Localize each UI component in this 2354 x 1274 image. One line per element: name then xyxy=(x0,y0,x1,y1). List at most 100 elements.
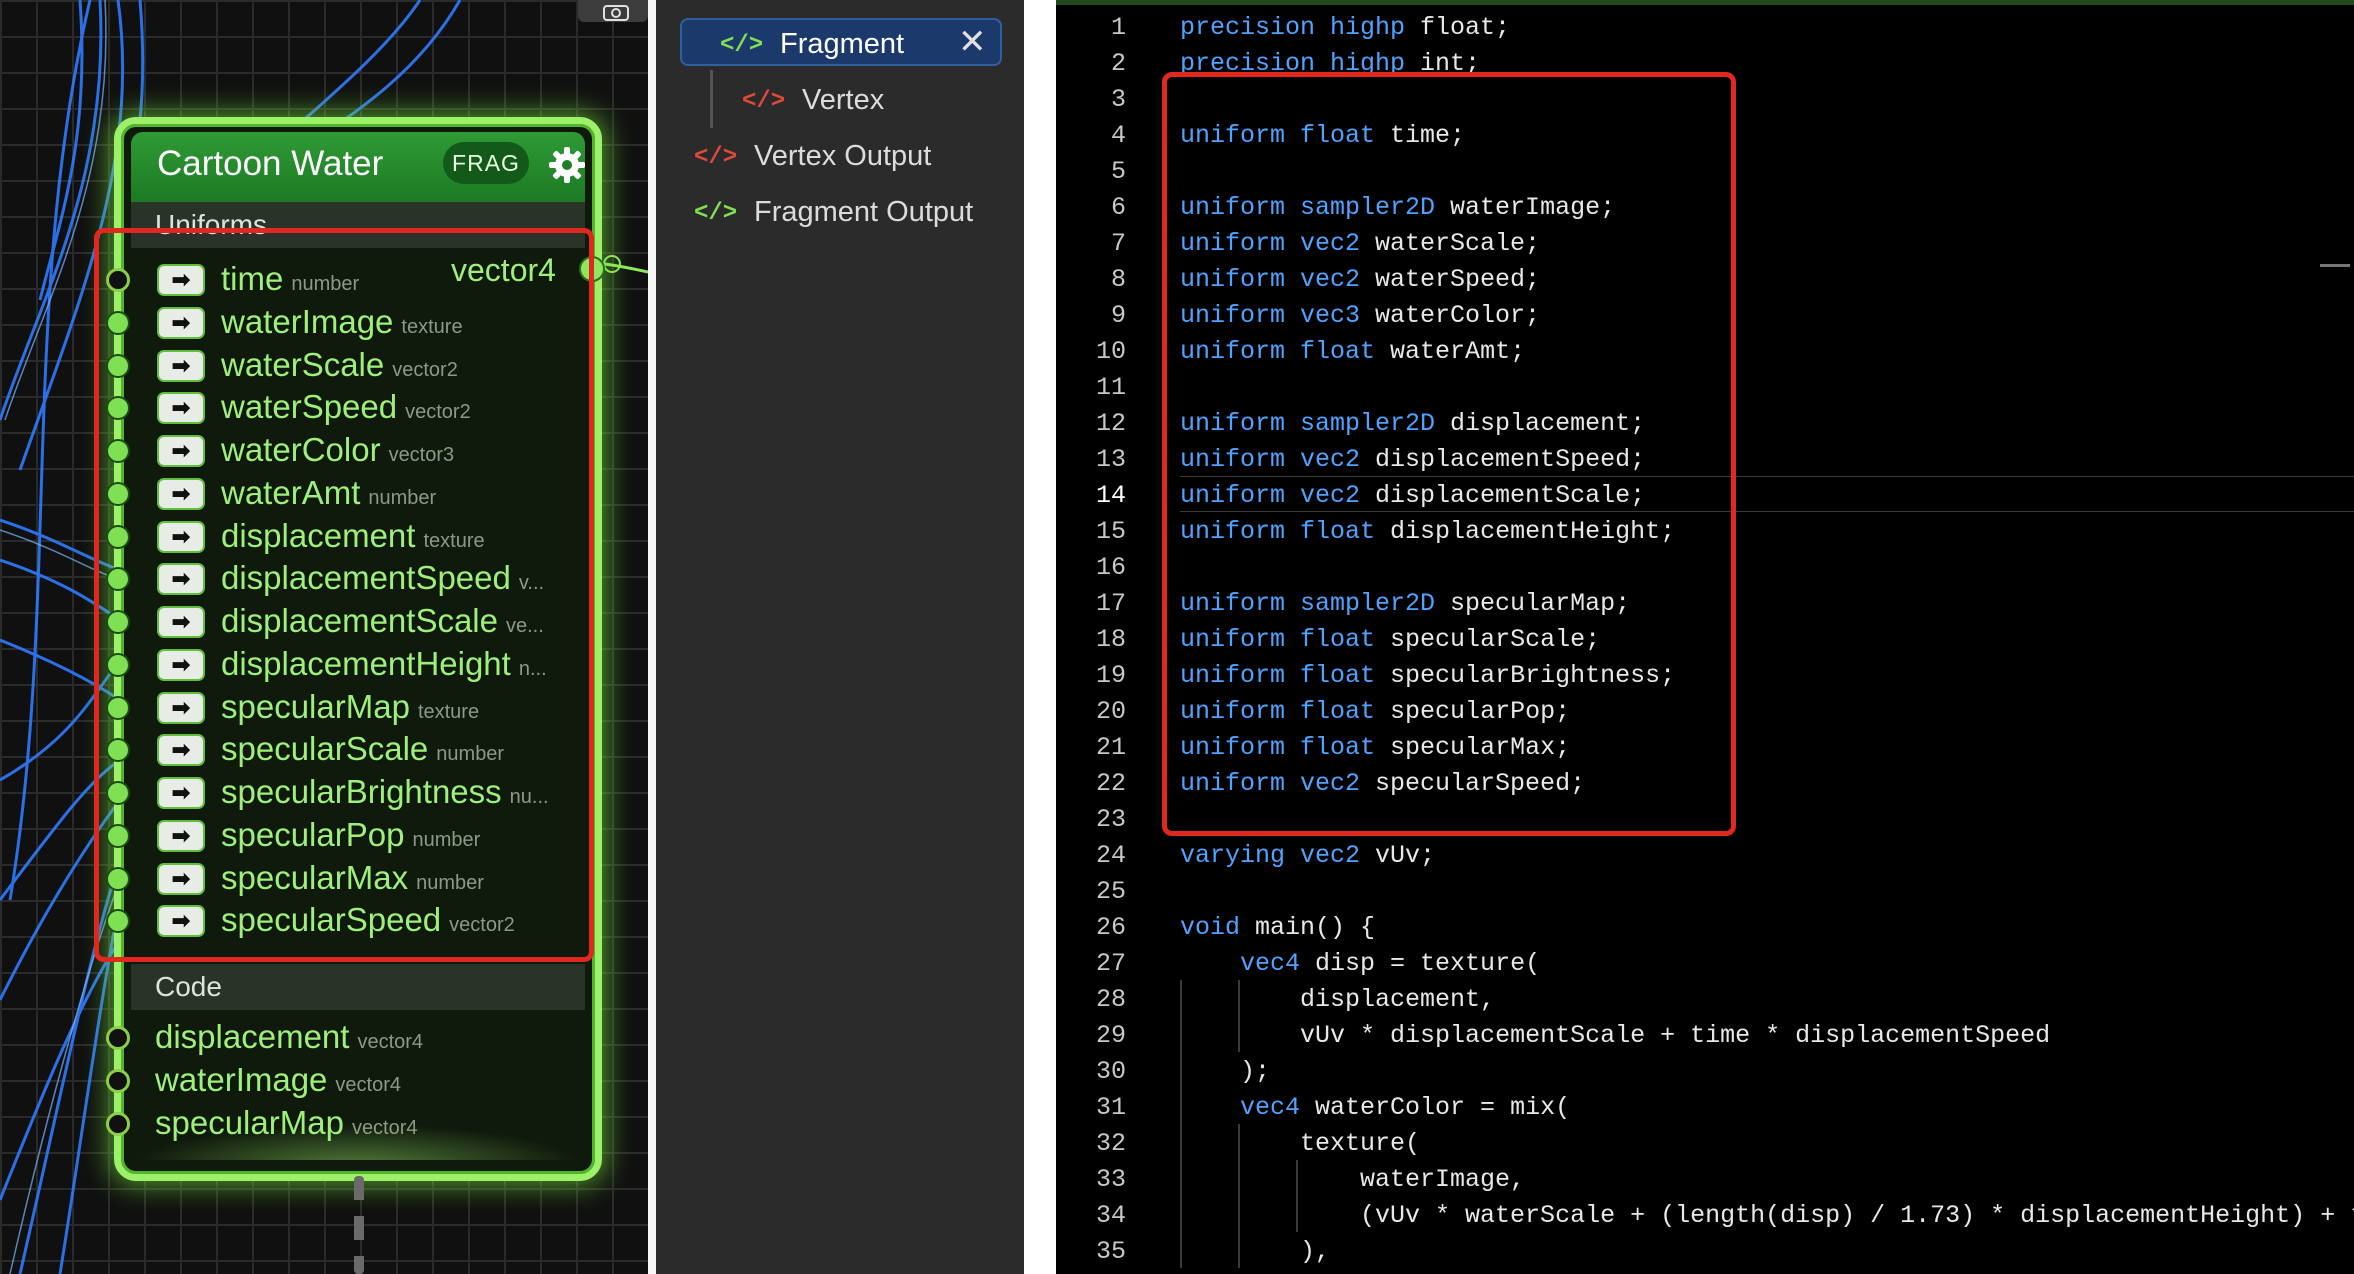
code-keyword: vec4 xyxy=(1240,1093,1301,1122)
frag-badge: FRAG xyxy=(443,142,529,184)
input-port[interactable] xyxy=(106,1112,130,1136)
code-text: waterImage, xyxy=(1180,1165,1525,1194)
line-number: 12 xyxy=(1095,409,1126,438)
code-text: precision highp float; xyxy=(1180,13,1510,42)
line-number: 22 xyxy=(1095,769,1126,798)
code-input-type: vector4 xyxy=(335,1074,402,1096)
line-number: 20 xyxy=(1095,697,1126,726)
panel-divider xyxy=(648,0,656,1274)
line-number: 23 xyxy=(1095,805,1126,834)
code-rest: disp = texture( xyxy=(1300,949,1541,978)
node-header[interactable]: Cartoon Water FRAG xyxy=(131,132,585,202)
code-keyword: varying vec2 xyxy=(1180,841,1361,870)
code-rest: waterImage, xyxy=(1360,1165,1526,1194)
code-input-row[interactable]: waterImage vector4 xyxy=(106,1061,595,1101)
file-label: Fragment Output xyxy=(754,196,974,228)
line-number: 1 xyxy=(1110,13,1126,42)
code-line[interactable]: 24 varying vec2 vUv; xyxy=(1056,836,2354,872)
gear-icon[interactable] xyxy=(547,145,587,185)
node-bottom-glow xyxy=(131,1124,585,1160)
line-number: 24 xyxy=(1095,841,1126,870)
line-number: 18 xyxy=(1095,625,1126,654)
code-line[interactable]: 35 ), xyxy=(1056,1232,2354,1268)
input-port[interactable] xyxy=(106,1069,130,1093)
uniforms-code-highlight-box xyxy=(1162,72,1736,836)
code-text: vec4 disp = texture( xyxy=(1180,949,1540,978)
code-line[interactable]: 30 ); xyxy=(1056,1052,2354,1088)
close-icon[interactable]: ✕ xyxy=(958,22,987,62)
scrollbar-marker[interactable] xyxy=(2320,264,2350,267)
file-item-fragment[interactable]: </> Fragment ✕ xyxy=(680,18,1002,66)
line-number: 6 xyxy=(1110,193,1126,222)
code-rest: ); xyxy=(1240,1057,1271,1086)
line-number: 3 xyxy=(1110,85,1126,114)
code-line[interactable]: 28 displacement, xyxy=(1056,980,2354,1016)
code-line[interactable]: 33 waterImage, xyxy=(1056,1160,2354,1196)
line-number: 16 xyxy=(1095,553,1126,582)
line-number: 34 xyxy=(1095,1201,1126,1230)
code-editor[interactable]: 1 precision highp float; 2 precision highp … xyxy=(1056,0,2354,1274)
node-graph-canvas[interactable]: Cartoon Water FRAG Uniforms ➡ time number ➡… xyxy=(0,0,648,1274)
code-section-header: Code xyxy=(131,964,585,1010)
uniforms-highlight-box xyxy=(94,228,594,962)
code-line[interactable]: 32 texture( xyxy=(1056,1124,2354,1160)
line-number: 32 xyxy=(1095,1129,1126,1158)
code-rest: main() { xyxy=(1240,913,1376,942)
file-item-vertex-output[interactable]: </> Vertex Output xyxy=(680,132,1020,182)
code-input-name-text: waterImage xyxy=(155,1061,328,1098)
line-number: 31 xyxy=(1095,1093,1126,1122)
file-label: Fragment xyxy=(780,28,905,60)
code-rest: displacement, xyxy=(1300,985,1496,1014)
code-line[interactable]: 25 xyxy=(1056,872,2354,908)
editor-top-bar xyxy=(1056,0,2354,5)
line-number: 28 xyxy=(1095,985,1126,1014)
line-number: 17 xyxy=(1095,589,1126,618)
code-file-icon: </> xyxy=(694,200,738,227)
node-title: Cartoon Water xyxy=(157,144,384,183)
graph-toolbar-button[interactable] xyxy=(578,0,648,22)
code-rest: texture( xyxy=(1300,1129,1421,1158)
code-text: (vUv * waterScale + (length(disp) / 1.73… xyxy=(1180,1201,2354,1230)
file-item-vertex[interactable]: </> Vertex xyxy=(680,76,1002,126)
code-keyword: vec4 xyxy=(1240,949,1301,978)
panel-divider xyxy=(1024,0,1056,1274)
code-keyword: void xyxy=(1180,913,1241,942)
line-number: 4 xyxy=(1110,121,1126,150)
code-line[interactable]: 34 (vUv * waterScale + (length(disp) / 1… xyxy=(1056,1196,2354,1232)
file-tree-panel: </> Fragment ✕ </> Vertex </> Vertex Out… xyxy=(656,0,1024,1274)
code-line[interactable]: 29 vUv * displacementScale + time * disp… xyxy=(1056,1016,2354,1052)
line-number: 10 xyxy=(1095,337,1126,366)
code-line[interactable]: 1 precision highp float; xyxy=(1056,8,2354,44)
file-item-fragment-output[interactable]: </> Fragment Output xyxy=(680,188,1020,238)
line-number: 9 xyxy=(1110,301,1126,330)
line-number: 33 xyxy=(1095,1165,1126,1194)
code-text: displacement, xyxy=(1180,985,1495,1014)
code-file-icon: </> xyxy=(720,32,764,59)
code-keyword: precision highp xyxy=(1180,13,1406,42)
code-text: vUv * displacementScale + time * displac… xyxy=(1180,1021,2050,1050)
line-number: 7 xyxy=(1110,229,1126,258)
panel-resize-handle[interactable] xyxy=(354,1176,364,1274)
code-line[interactable]: 31 vec4 waterColor = mix( xyxy=(1056,1088,2354,1124)
line-number: 8 xyxy=(1110,265,1126,294)
code-text: texture( xyxy=(1180,1129,1420,1158)
input-port[interactable] xyxy=(106,1026,130,1050)
line-number: 15 xyxy=(1095,517,1126,546)
code-text: ); xyxy=(1180,1057,1270,1086)
line-number: 5 xyxy=(1110,157,1126,186)
line-number: 19 xyxy=(1095,661,1126,690)
code-text: vec4 waterColor = mix( xyxy=(1180,1093,1570,1122)
file-label: Vertex Output xyxy=(754,140,932,172)
code-input-row[interactable]: displacement vector4 xyxy=(106,1018,595,1058)
code-line[interactable]: 27 vec4 disp = texture( xyxy=(1056,944,2354,980)
code-line[interactable]: 26 void main() { xyxy=(1056,908,2354,944)
camera-icon xyxy=(603,5,629,21)
line-number: 2 xyxy=(1110,49,1126,78)
code-file-icon: </> xyxy=(694,144,738,171)
code-rest: vUv; xyxy=(1360,841,1436,870)
